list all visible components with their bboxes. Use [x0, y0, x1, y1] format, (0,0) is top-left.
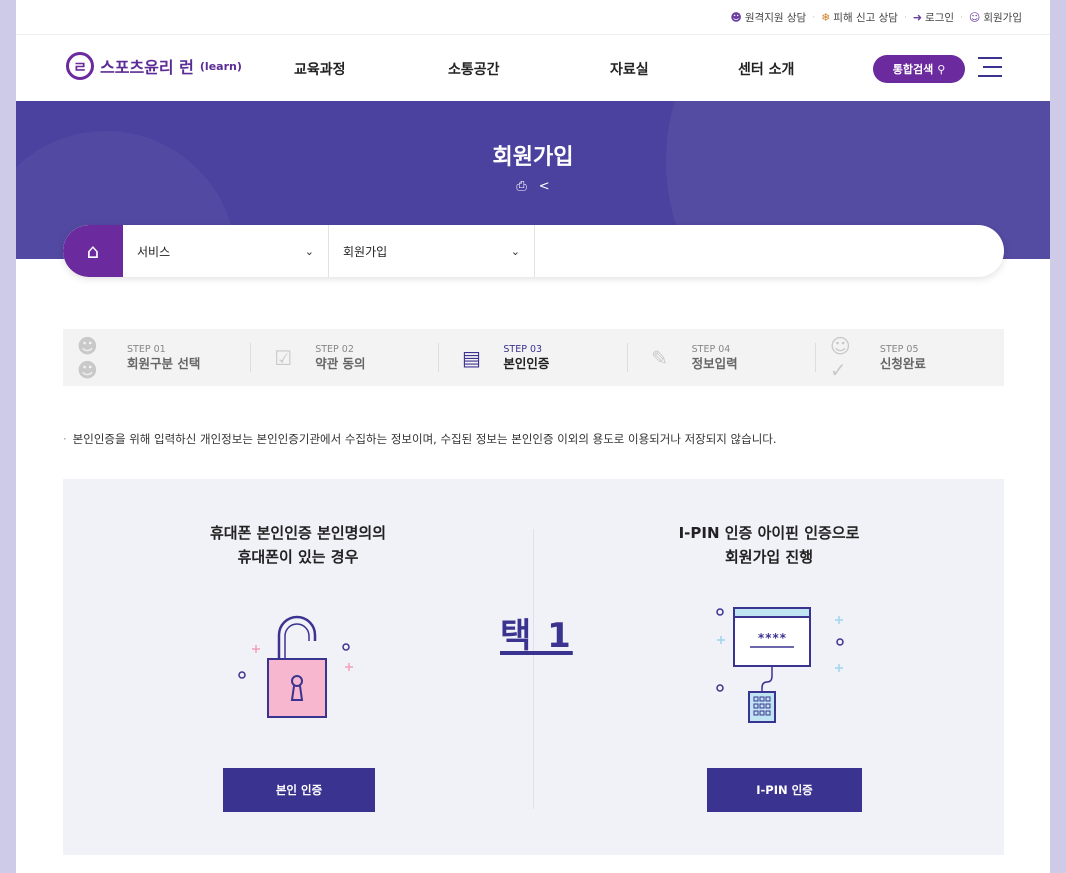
logo[interactable]: ㄹ 스포츠윤리 런 (learn) [66, 52, 242, 80]
separator: · [903, 12, 907, 23]
checklist-icon: ☑ [274, 345, 293, 370]
chevron-down-icon: ⌄ [510, 244, 520, 258]
choose-one-annotation: 택 1 [500, 616, 573, 656]
report-icon: ❄ [821, 11, 831, 24]
headset-icon: ☻ [730, 11, 742, 24]
password-mask: **** [758, 631, 787, 645]
breadcrumb-select-page[interactable]: 회원가입 ⌄ [329, 225, 535, 277]
nav-item-about[interactable]: 센터 소개 [738, 59, 794, 79]
share-icon[interactable]: < [539, 179, 550, 194]
menu-bar [978, 75, 1002, 77]
home-button[interactable]: ⌂ [63, 225, 123, 277]
step-5: ☺✓ STEP 05 신청완료 [829, 333, 926, 382]
login-link[interactable]: ➜ 로그인 [913, 10, 954, 25]
bullet: · [63, 432, 67, 446]
logo-text: 스포츠윤리 런 [100, 58, 194, 77]
nav-item-community[interactable]: 소통공간 [448, 59, 500, 79]
step-4: ✎ STEP 04 정보입력 [628, 329, 817, 386]
page-title: 회원가입 [492, 145, 574, 170]
login-icon: ➜ [912, 11, 923, 24]
phone-verify-button[interactable]: 본인 인증 [223, 768, 375, 812]
menu-button[interactable] [978, 57, 1002, 77]
menu-bar [978, 57, 1002, 59]
ipin-verify-button[interactable]: I-PIN 인증 [707, 768, 862, 812]
breadcrumb: ⌂ 서비스 ⌄ 회원가입 ⌄ [63, 225, 1004, 277]
remote-support-link[interactable]: ☻ 원격지원 상담 [730, 10, 806, 25]
banner-actions: ⎙ < [16, 179, 1050, 194]
join-link[interactable]: ☺ 회원가입 [969, 10, 1022, 25]
report-link[interactable]: ❄ 피해 신고 상담 [821, 10, 898, 25]
phone-verification-title: 휴대폰 본인인증 본인명의의 휴대폰이 있는 경우 [209, 524, 387, 566]
computer-keypad-icon: **** [716, 607, 844, 723]
chevron-down-icon: ⌄ [304, 244, 314, 258]
logo-sub: (learn) [199, 59, 242, 73]
user-check-icon: ☺✓ [829, 333, 851, 382]
verification-options: 휴대폰 본인인증 본인명의의 휴대폰이 있는 경우 본인 인증 I-PIN 인증… [63, 479, 1004, 855]
step-3: ▤ STEP 03 본인인증 [439, 329, 628, 386]
step-1: ☻☻ STEP 01 회원구분 선택 [63, 329, 252, 386]
step-2: ☑ STEP 02 약관 동의 [251, 329, 440, 386]
menu-bar [982, 66, 1002, 68]
page: ☻ 원격지원 상담 · ❄ 피해 신고 상담 · ➜ 로그인 · ☺ 회원가입 ㄹ 스포… [16, 0, 1050, 873]
ipin-verification-title: I-PIN 인증 아이핀 인증으로 회원가입 진행 [678, 524, 860, 566]
phone-verification: 휴대폰 본인인증 본인명의의 휴대폰이 있는 경우 본인 인증 [63, 479, 533, 855]
user-icon: ☺ [968, 11, 981, 24]
search-icon: ⚲ [937, 62, 946, 76]
search-button[interactable]: 통합검색 ⚲ [873, 55, 965, 83]
privacy-notice: · 본인인증을 위해 입력하신 개인정보는 본인인증기관에서 수집하는 정보이며,… [63, 432, 777, 446]
pencil-icon: ✎ [651, 345, 668, 370]
nav-item-courses[interactable]: 교육과정 [294, 59, 346, 79]
home-icon: ⌂ [86, 239, 100, 263]
signup-steps: ☻☻ STEP 01 회원구분 선택 ☑ STEP 02 약관 동의 ▤ STEP … [63, 329, 1004, 386]
print-icon[interactable]: ⎙ [516, 179, 526, 194]
header: ㄹ 스포츠윤리 런 (learn) 교육과정 소통공간 자료실 센터 소개 통합… [16, 34, 1050, 101]
unlocked-padlock-icon [238, 615, 353, 718]
logo-mark-icon: ㄹ [66, 52, 94, 80]
users-icon: ☻☻ [77, 333, 98, 382]
utility-bar: ☻ 원격지원 상담 · ❄ 피해 신고 상담 · ➜ 로그인 · ☺ 회원가입 [730, 10, 1022, 25]
ipin-verification: I-PIN 인증 아이핀 인증으로 회원가입 진행 **** I-PIN 인증 [534, 479, 1004, 855]
separator: · [812, 12, 816, 23]
nav-item-resources[interactable]: 자료실 [610, 59, 649, 79]
id-card-icon: ▤ [461, 345, 481, 370]
separator: · [960, 12, 963, 23]
breadcrumb-select-service[interactable]: 서비스 ⌄ [123, 225, 329, 277]
